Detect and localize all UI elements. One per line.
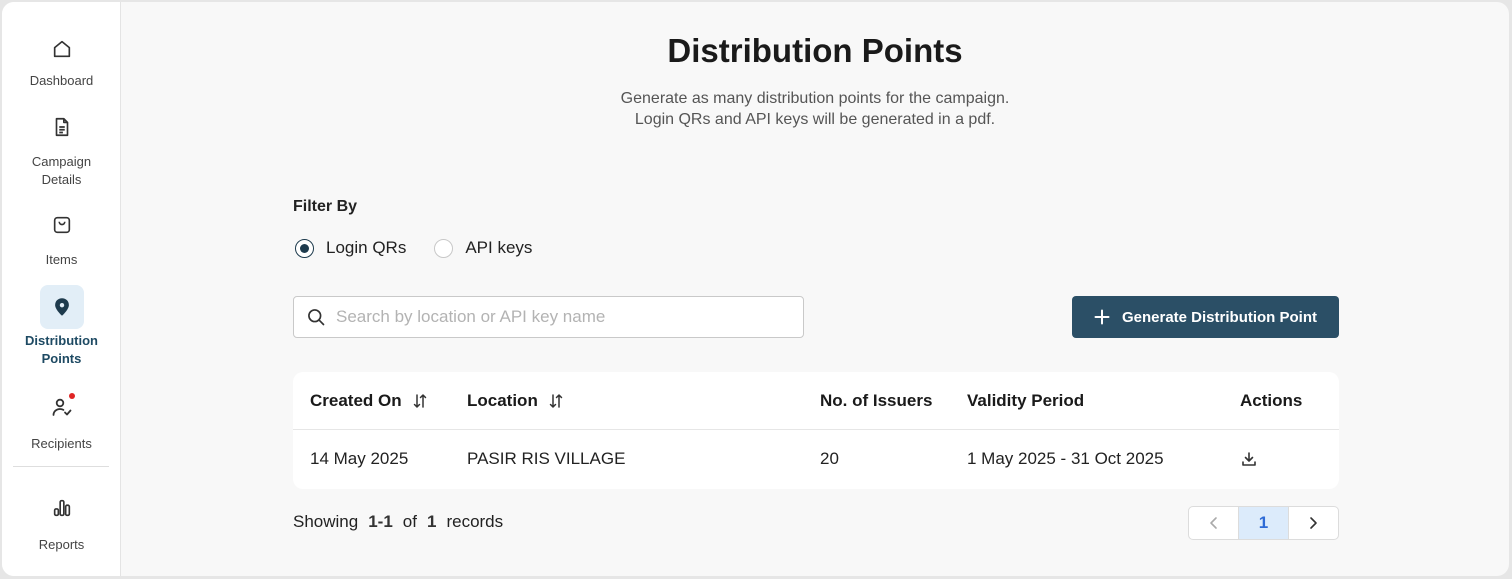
chevron-right-icon — [1306, 516, 1320, 530]
column-header-validity: Validity Period — [967, 390, 1085, 410]
location-link[interactable]: PASIR RIS VILLAGE — [467, 430, 625, 488]
subtitle-line: Login QRs and API keys will be generated… — [634, 111, 996, 128]
map-pin-icon — [39, 285, 84, 329]
filter-label: Filter By — [293, 198, 358, 215]
radio-button[interactable] — [434, 238, 454, 258]
sort-icon[interactable] — [412, 393, 428, 409]
sidebar-divider — [13, 466, 109, 467]
radio-button[interactable] — [295, 238, 314, 258]
pagination: 1 — [1188, 506, 1339, 540]
column-header-created-on[interactable]: Created On — [310, 372, 428, 429]
sidebar-item-label: Distribution Points — [25, 333, 98, 366]
page-number-button[interactable]: 1 — [1238, 507, 1289, 539]
sort-icon[interactable] — [548, 393, 564, 409]
column-header-actions: Actions — [1240, 390, 1303, 410]
home-icon — [40, 27, 84, 71]
sidebar-item-label: Reports — [38, 537, 85, 552]
radio-login-qrs[interactable]: Login QRs — [295, 238, 406, 258]
sidebar-item-label: Recipients — [31, 436, 92, 451]
radio-api-keys[interactable]: API keys — [434, 238, 532, 258]
generate-distribution-point-button[interactable]: Generate Distribution Point — [1072, 296, 1339, 338]
previous-page-button[interactable] — [1189, 507, 1238, 539]
page-subtitle: Generate as many distribution points for… — [121, 88, 1509, 130]
search-icon — [306, 307, 326, 327]
column-header-location[interactable]: Location — [467, 372, 564, 429]
sidebar: Dashboard Campaign Details Items Distrib… — [2, 2, 121, 576]
chevron-left-icon — [1207, 516, 1221, 530]
search-box[interactable] — [293, 296, 804, 338]
main-content: Distribution Points Generate as many dis… — [121, 2, 1509, 576]
distribution-points-table: Created On Location No. of Issuers Valid… — [293, 372, 1339, 489]
column-header-issuers: No. of Issuers — [820, 390, 933, 410]
shopping-bag-icon — [40, 203, 84, 247]
sidebar-item-reports[interactable]: Reports — [2, 486, 121, 554]
cell-validity: 1 May 2025 - 31 Oct 2025 — [967, 449, 1164, 468]
search-input[interactable] — [336, 307, 776, 327]
radio-label: Login QRs — [326, 238, 407, 257]
records-summary: Showing 1-1 of 1 records — [293, 512, 504, 531]
sidebar-item-label: Dashboard — [29, 73, 94, 88]
next-page-button[interactable] — [1289, 507, 1338, 539]
notification-badge — [68, 393, 75, 399]
sidebar-item-label: Campaign Details — [31, 154, 92, 187]
filter-radio-group: Login QRs API keys — [295, 238, 532, 258]
app-window: Dashboard Campaign Details Items Distrib… — [2, 2, 1509, 576]
document-icon — [40, 105, 84, 149]
sidebar-item-recipients[interactable]: Recipients — [2, 385, 121, 453]
user-check-icon — [40, 385, 84, 429]
sidebar-item-items[interactable]: Items — [2, 203, 121, 269]
download-icon — [1240, 450, 1258, 468]
cell-issuers: 20 — [820, 449, 839, 468]
page-title: Distribution Points — [667, 32, 963, 69]
sidebar-item-dashboard[interactable]: Dashboard — [2, 27, 121, 90]
download-button[interactable] — [1240, 430, 1258, 488]
radio-label: API keys — [465, 238, 533, 257]
sidebar-item-label: Items — [45, 252, 78, 267]
subtitle-line: Generate as many distribution points for… — [620, 90, 1010, 107]
sidebar-item-distribution-points[interactable]: Distribution Points — [2, 285, 121, 368]
table-header: Created On Location No. of Issuers Valid… — [293, 372, 1339, 430]
button-label: Generate Distribution Point — [1121, 308, 1317, 326]
table-row: 14 May 2025 PASIR RIS VILLAGE 20 1 May 2… — [293, 430, 1339, 488]
cell-created-on: 14 May 2025 — [310, 449, 409, 468]
sidebar-item-campaign-details[interactable]: Campaign Details — [2, 105, 121, 189]
plus-icon — [1094, 309, 1110, 325]
bar-chart-icon — [40, 486, 84, 530]
